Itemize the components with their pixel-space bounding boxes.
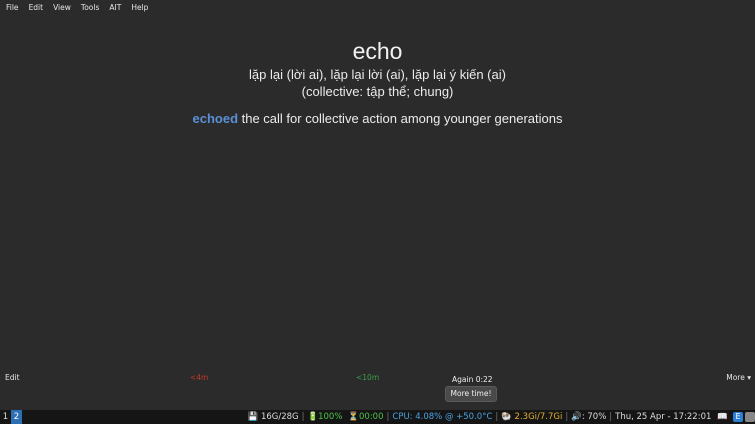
- again-timer: Again 0:22: [452, 375, 493, 384]
- taskbar: 1 2 💾 16G/28G | 🔋100% ⏳00:00 | CPU: 4.08…: [0, 410, 755, 424]
- menu-ait[interactable]: AIT: [107, 2, 123, 13]
- card-note: (collective: tập thể; chung): [301, 84, 454, 99]
- menu-edit[interactable]: Edit: [27, 2, 46, 13]
- menu-tools[interactable]: Tools: [79, 2, 101, 13]
- example-text: the call for collective action among you…: [238, 111, 563, 126]
- workspace-2[interactable]: 2: [11, 410, 22, 424]
- ease-interval-1: <4m: [190, 373, 209, 382]
- menu-file[interactable]: File: [4, 2, 21, 13]
- e-tray-icon[interactable]: E: [733, 412, 743, 422]
- workspace-1[interactable]: 1: [0, 410, 11, 424]
- anki-review-window: File Edit View Tools AIT Help echo lặp l…: [0, 0, 755, 410]
- status-bar: 💾 16G/28G | 🔋100% ⏳00:00 | CPU: 4.08% @ …: [245, 410, 755, 424]
- flashcard: echo lặp lại (lời ai), lặp lại lời (ai),…: [0, 36, 755, 126]
- card-example: echoed the call for collective action am…: [0, 111, 755, 126]
- menu-bar: File Edit View Tools AIT Help: [0, 0, 755, 15]
- volume-status: 🔊: 70%: [571, 412, 607, 422]
- menu-view[interactable]: View: [51, 2, 73, 13]
- card-word: echo: [352, 38, 403, 64]
- menu-help[interactable]: Help: [129, 2, 150, 13]
- ease-interval-2: <10m: [356, 373, 380, 382]
- card-meaning: lặp lại (lời ai), lặp lại lời (ai), lặp …: [249, 67, 506, 82]
- edit-button[interactable]: Edit: [5, 373, 20, 382]
- clock: Thu, 25 Apr - 17:22:01: [615, 412, 712, 422]
- book-icon[interactable]: 📖: [714, 412, 731, 422]
- cpu-status: CPU: 4.08% @ +50.0°C: [392, 412, 493, 422]
- more-time-button[interactable]: More time!: [445, 386, 497, 402]
- answer-bar: Edit <4m <10m Again 0:22 More ▾ More tim…: [0, 370, 755, 410]
- example-highlight: echoed: [192, 111, 239, 126]
- memory-status: 🐏 2.3Gi/7.7Gi: [501, 412, 563, 422]
- timer-status: ⏳00:00: [348, 412, 384, 422]
- keyboard-icon[interactable]: [745, 412, 755, 422]
- battery-status: 🔋100%: [307, 412, 343, 422]
- disk-usage: 💾 16G/28G: [247, 412, 299, 422]
- more-button[interactable]: More ▾: [726, 373, 751, 382]
